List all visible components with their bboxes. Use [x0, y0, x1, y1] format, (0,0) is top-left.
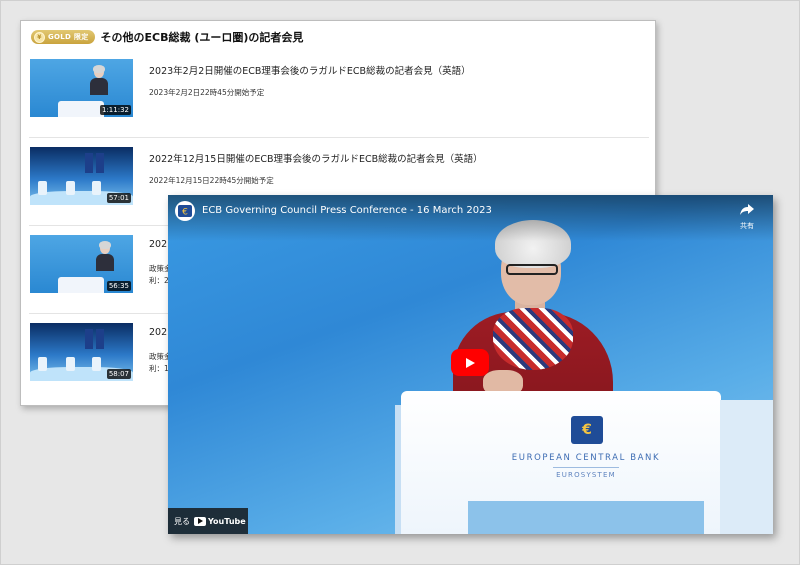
podium-bank-name: EUROPEAN CENTRAL BANK — [511, 453, 661, 463]
watch-on-youtube-button[interactable]: 見る YouTube — [168, 508, 248, 534]
youtube-label: YouTube — [208, 516, 246, 526]
video-schedule-extra: 利：2 — [149, 276, 169, 285]
gold-badge: ¥ GOLD 限定 — [31, 30, 95, 44]
video-schedule-extra: 利：1 — [149, 364, 169, 373]
share-icon — [740, 204, 754, 215]
video-thumbnail[interactable]: 56:35 — [30, 235, 133, 293]
gold-badge-label: GOLD 限定 — [48, 33, 89, 41]
video-title-link[interactable]: 202 — [149, 327, 167, 338]
play-icon — [466, 357, 475, 368]
channel-avatar[interactable]: € — [175, 201, 195, 221]
youtube-play-icon — [194, 516, 206, 526]
video-duration: 57:01 — [106, 193, 131, 203]
speaker-figure — [90, 65, 108, 95]
video-schedule: 2022年12月15日22時45分開始予定 — [149, 176, 274, 185]
video-thumbnail[interactable]: 57:01 — [30, 147, 133, 205]
video-title[interactable]: ECB Governing Council Press Conference -… — [202, 205, 492, 216]
video-list-item[interactable]: 1:11:32 2023年2月2日開催のECB理事会後のラガルドECB総裁の記者… — [29, 49, 649, 138]
list-title: その他のECB総裁 (ユーロ圏)の記者会見 — [100, 31, 304, 44]
video-thumbnail[interactable]: 58:07 — [30, 323, 133, 381]
share-label: 共有 — [740, 222, 754, 230]
youtube-logo: YouTube — [194, 516, 246, 526]
video-duration: 56:35 — [106, 281, 131, 291]
video-title-link[interactable]: 2022年12月15日開催のECB理事会後のラガルドECB総裁の記者会見（英語） — [149, 151, 483, 165]
video-thumbnail[interactable]: 1:11:32 — [30, 59, 133, 117]
svg-text:€: € — [182, 208, 188, 218]
speaker-figure — [96, 241, 114, 271]
list-header: ¥ GOLD 限定 その他のECB総裁 (ユーロ圏)の記者会見 — [31, 28, 303, 46]
coin-icon: ¥ — [34, 31, 45, 43]
video-schedule: 2023年2月2日22時45分開始予定 — [149, 88, 265, 97]
share-button[interactable]: 共有 — [735, 201, 759, 231]
ecb-logo-icon: € — [571, 416, 603, 444]
video-title-link[interactable]: 202 — [149, 239, 167, 250]
video-title-link[interactable]: 2023年2月2日開催のECB理事会後のラガルドECB総裁の記者会見（英語） — [149, 63, 471, 77]
watch-label: 見る — [174, 516, 190, 526]
podium-eurosystem: EUROSYSTEM — [556, 471, 616, 479]
video-duration: 58:07 — [106, 369, 131, 379]
youtube-player[interactable]: € EUROPEAN CENTRAL BANK EUROSYSTEM € ECB… — [168, 195, 773, 534]
play-button[interactable] — [451, 349, 489, 376]
video-duration: 1:11:32 — [100, 105, 131, 115]
